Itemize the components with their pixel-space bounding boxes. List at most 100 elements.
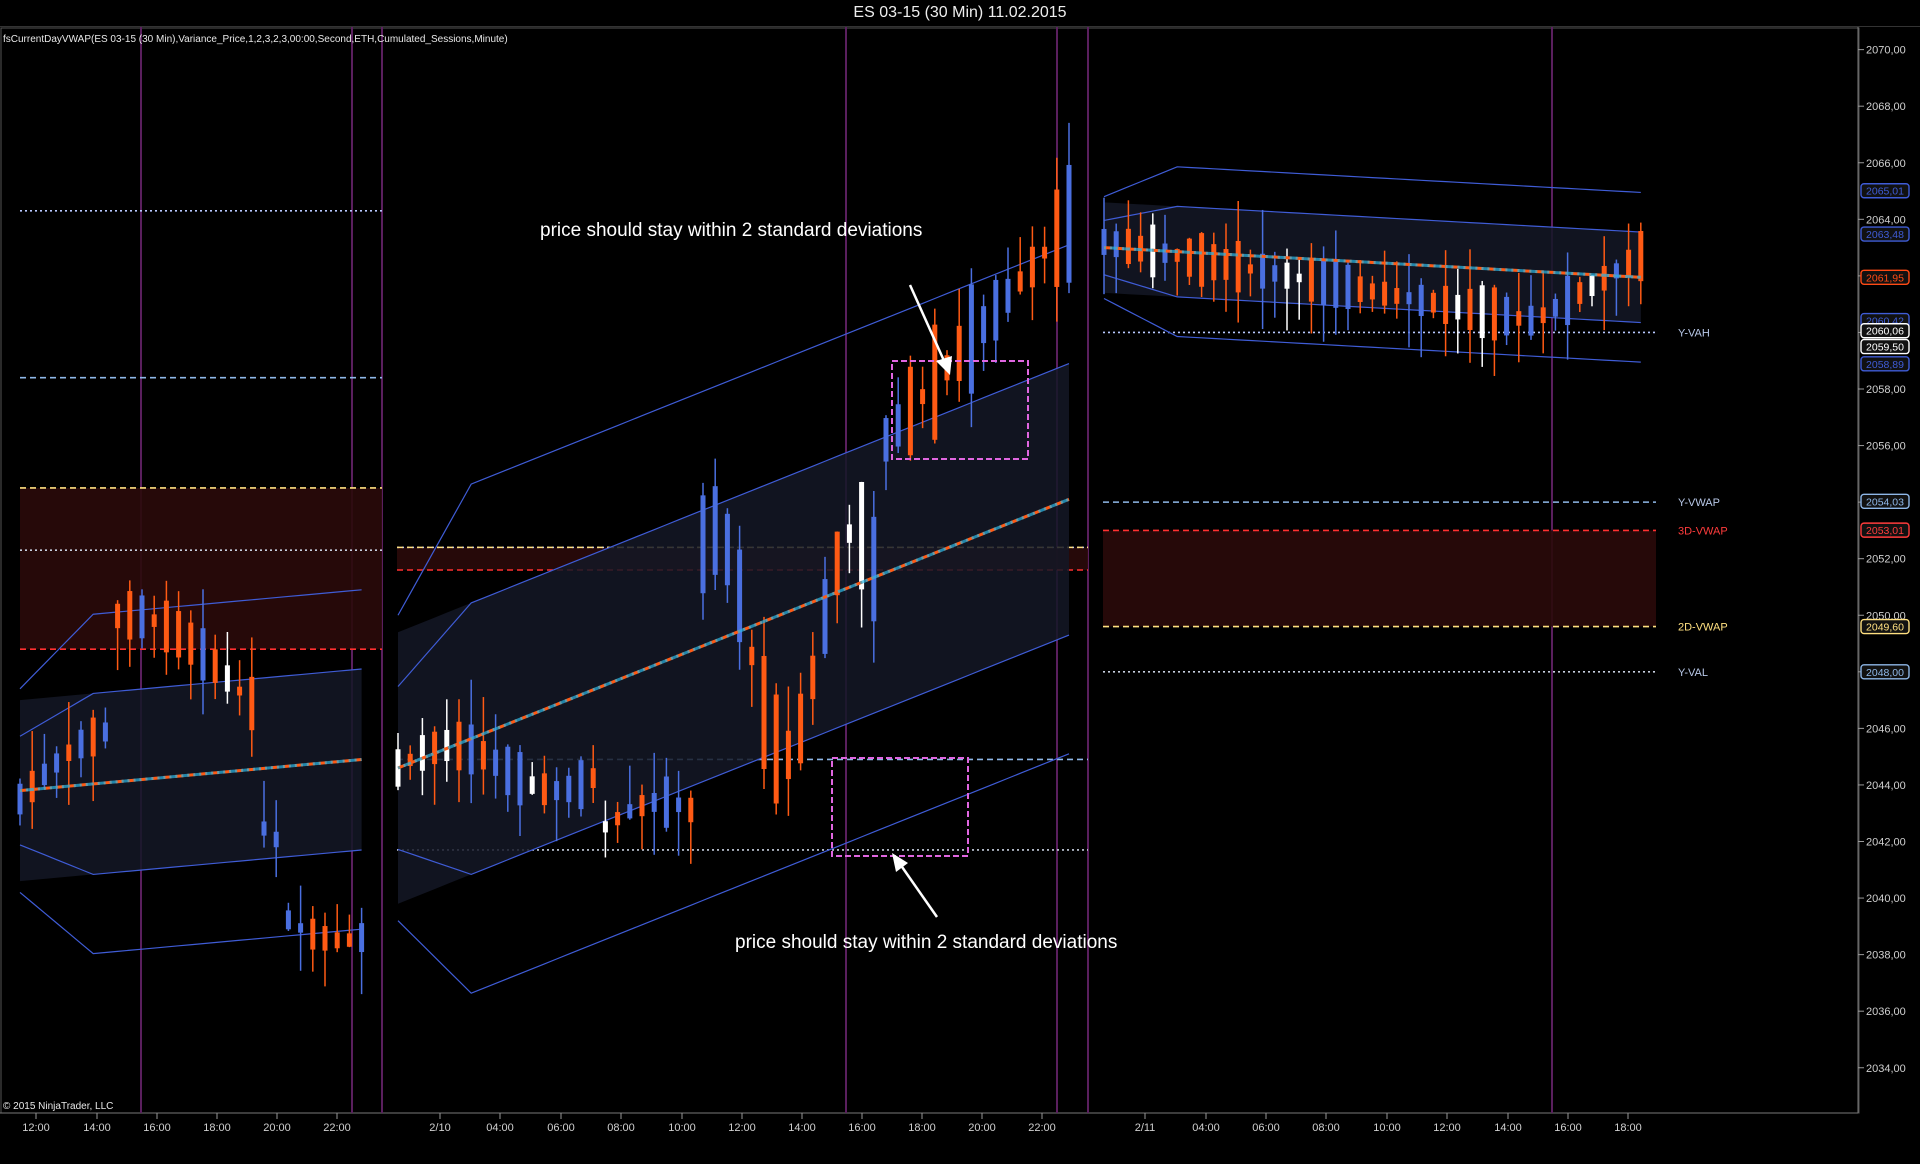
annotation-top-text: price should stay within 2 standard devi… [540, 220, 922, 241]
candle-body [761, 655, 767, 770]
candle-body [1552, 298, 1558, 317]
candle-body [419, 735, 425, 771]
candle-body [212, 649, 218, 683]
candle-body [1577, 282, 1583, 304]
y-tick-label: 2066,00 [1866, 158, 1906, 170]
candle-body [1029, 246, 1035, 288]
x-tick-label: 08:00 [607, 1122, 635, 1134]
candle-body [29, 770, 35, 803]
x-tick-label: 04:00 [486, 1122, 514, 1134]
x-tick-label: 18:00 [203, 1122, 231, 1134]
candle-body [676, 797, 682, 813]
candle-body [468, 724, 474, 775]
x-tick-label: 16:00 [143, 1122, 171, 1134]
candle-body [1504, 296, 1510, 336]
candle-body [1540, 307, 1546, 324]
candle-body [237, 686, 243, 696]
y-tick-label: 2070,00 [1866, 45, 1906, 57]
candle-body [1247, 264, 1253, 274]
candle-body [1113, 231, 1119, 258]
candle-body [1017, 271, 1023, 292]
candle-body [712, 486, 718, 575]
candle-body [981, 306, 987, 344]
price-badge-text: 2058,89 [1866, 359, 1904, 371]
candle-body [541, 773, 547, 806]
price-badge-text: 2060,06 [1866, 326, 1904, 338]
candle-body [505, 746, 511, 796]
y-tick-label: 2038,00 [1866, 950, 1906, 962]
y-tick-label: 2034,00 [1866, 1063, 1906, 1075]
price-badge-text: 2065,01 [1866, 186, 1904, 198]
candle-body [956, 325, 962, 381]
candle-body [1005, 278, 1011, 313]
candle-body [920, 389, 926, 405]
candle-body [1321, 259, 1327, 306]
candle-body [639, 795, 645, 817]
candle-body [90, 717, 96, 757]
copyright-label: © 2015 NinjaTrader, LLC [3, 1101, 113, 1112]
price-badge-text: 2054,03 [1866, 496, 1904, 508]
candle-body [1394, 288, 1400, 304]
candle-body [798, 693, 804, 764]
candle-body [261, 821, 267, 836]
candle-body [785, 730, 791, 780]
candle-body [200, 628, 206, 681]
price-badge-text: 2061,95 [1866, 272, 1904, 284]
candle-body [1467, 288, 1473, 330]
candle-body [1516, 311, 1522, 326]
candle-body [1528, 305, 1534, 336]
candle-body [249, 676, 255, 731]
candle-body [456, 721, 462, 771]
candle-body [1260, 253, 1266, 289]
candle-body [285, 910, 291, 930]
candle-body [846, 524, 852, 543]
x-tick-label: 10:00 [668, 1122, 696, 1134]
candle-body [1162, 243, 1168, 263]
candle-body [1054, 189, 1060, 287]
price-badge-text: 2049,60 [1866, 622, 1904, 634]
candle-body [822, 579, 828, 654]
x-tick-label: 14:00 [83, 1122, 111, 1134]
x-tick-label: 16:00 [1554, 1122, 1582, 1134]
y-tick-label: 2068,00 [1866, 101, 1906, 113]
annotation-bottom-text: price should stay within 2 standard devi… [735, 932, 1117, 953]
candle-body [773, 694, 779, 804]
candle-body [517, 752, 523, 806]
candle-body [1491, 287, 1497, 341]
candle-body [17, 783, 23, 815]
price-badge-text: 2059,50 [1866, 342, 1904, 354]
candle-body [810, 655, 816, 700]
candle-body [54, 753, 60, 773]
x-tick-label: 20:00 [968, 1122, 996, 1134]
candle-body [298, 923, 304, 933]
level-label: Y-VWAP [1678, 497, 1720, 509]
candle-body [1284, 262, 1290, 289]
x-tick-label: 12:00 [1433, 1122, 1461, 1134]
candle-body [493, 749, 499, 776]
x-tick-label: 14:00 [788, 1122, 816, 1134]
candle-body [1443, 285, 1449, 324]
chart-panel[interactable]: 2070,002068,002066,002064,002062,002060,… [0, 27, 1920, 1159]
y-tick-label: 2042,00 [1866, 837, 1906, 849]
candle-body [139, 595, 145, 639]
price-badge-text: 2048,00 [1866, 667, 1904, 679]
level-label: 3D-VWAP [1678, 525, 1728, 537]
candle-body [968, 284, 974, 394]
candle-body [1455, 294, 1461, 320]
y-tick-label: 2064,00 [1866, 214, 1906, 226]
candle-body [310, 918, 316, 950]
candle-body [1601, 265, 1607, 291]
candle-body [1345, 264, 1351, 309]
price-chart[interactable]: 2070,002068,002066,002064,002062,002060,… [0, 27, 1920, 1159]
candle-body [346, 933, 352, 947]
candle-body [188, 622, 194, 665]
candle-body [566, 775, 572, 803]
candle-body [1235, 240, 1241, 293]
candle-body [1406, 292, 1412, 305]
candle-body [1066, 164, 1072, 283]
candle-body [444, 729, 450, 762]
candle-body [1565, 275, 1571, 326]
vwap-cloud-fill [1103, 530, 1656, 627]
candle-body [724, 513, 730, 586]
candle-body [163, 600, 169, 653]
